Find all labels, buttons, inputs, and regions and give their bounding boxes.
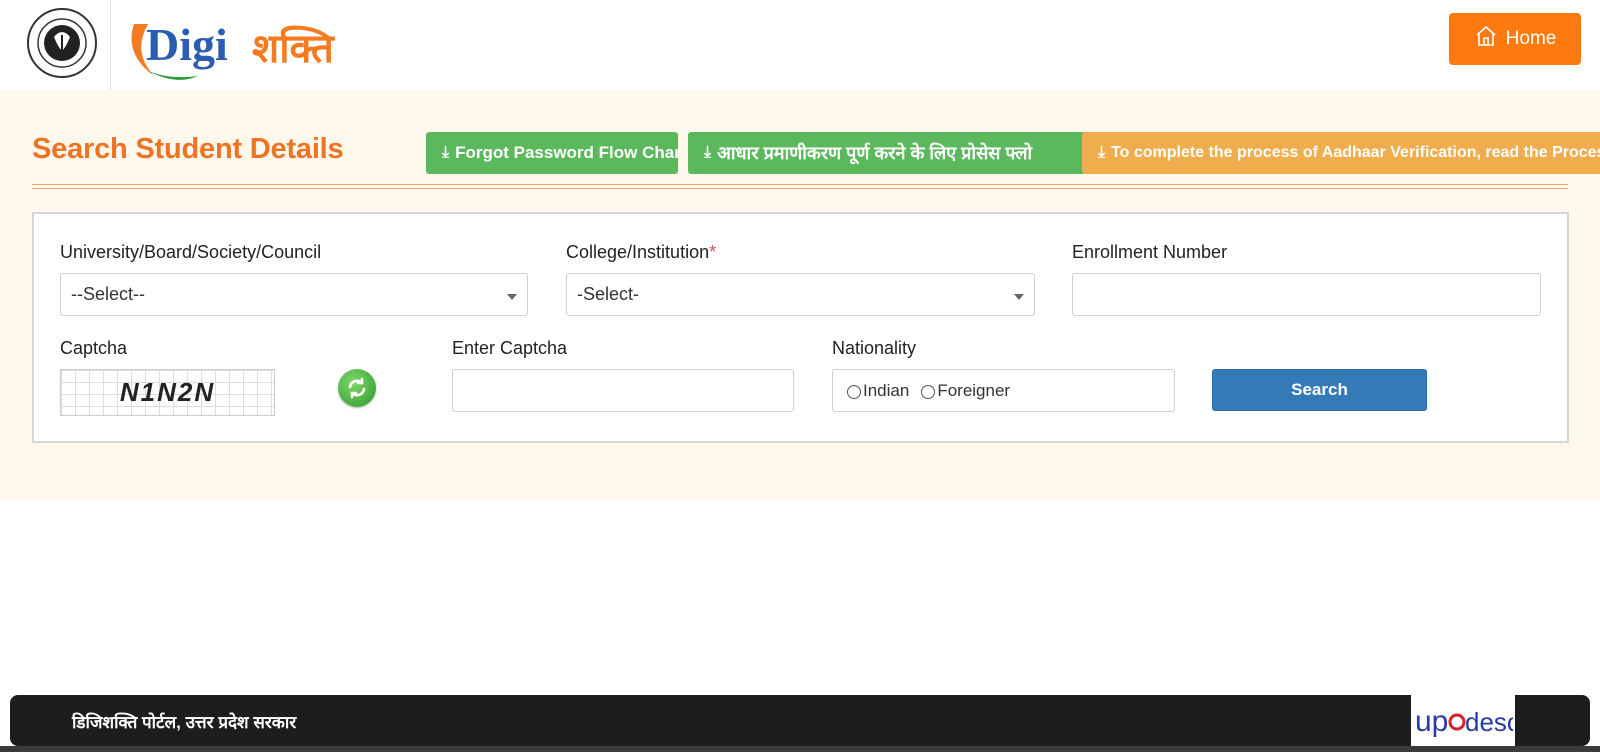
site-footer: डिजिशक्ति पोर्टल, उत्तर प्रदेश सरकार up …: [10, 695, 1590, 746]
nationality-label: Nationality: [832, 338, 917, 358]
logo-latin-text: Digi: [146, 19, 228, 70]
home-icon: [1474, 24, 1498, 54]
enter-captcha-label: Enter Captcha: [452, 338, 568, 358]
title-divider: [32, 184, 1568, 185]
university-select[interactable]: --Select--: [60, 273, 528, 316]
college-label: College/Institution*: [566, 242, 716, 263]
nationality-option-label: Foreigner: [937, 380, 1011, 400]
chevron-down-icon: [507, 294, 517, 300]
download-icon: ⤓: [1098, 144, 1106, 161]
radio-button-indian[interactable]: [847, 385, 861, 399]
captcha-label: Captcha: [60, 338, 128, 358]
university-label: University/Board/Society/Council: [60, 242, 322, 262]
enrollment-number-input[interactable]: [1072, 273, 1541, 316]
header-divider: [110, 0, 111, 90]
captcha-text: N1N2N: [119, 377, 216, 407]
college-label-text: College/Institution: [566, 242, 710, 262]
site-header: Digi शक्ति Home: [0, 0, 1600, 90]
up-government-emblem-icon: [26, 7, 98, 79]
refresh-captcha-icon[interactable]: [338, 369, 376, 407]
footer-text: डिजिशक्ति पोर्टल, उत्तर प्रदेश सरकार: [72, 713, 297, 732]
nationality-option-label: Indian: [863, 380, 910, 400]
digishakti-logo[interactable]: Digi शक्ति: [124, 0, 364, 88]
updesco-logo-desco: desco: [1465, 707, 1513, 737]
nationality-option-indian[interactable]: Indian: [847, 381, 909, 401]
forgot-password-flowchart-button[interactable]: ⤓ Forgot Password Flow Chart: [426, 132, 678, 174]
captcha-input[interactable]: [452, 369, 794, 412]
captcha-image: N1N2N: [60, 369, 275, 416]
updesco-logo-up: up: [1415, 705, 1448, 738]
aadhaar-process-flow-english-label: To complete the process of Aadhaar Verif…: [1111, 144, 1600, 161]
forgot-password-flowchart-label: Forgot Password Flow Chart: [455, 143, 678, 162]
bottom-strip: [0, 746, 1600, 752]
home-label: Home: [1505, 28, 1557, 49]
search-button[interactable]: Search: [1212, 369, 1427, 411]
download-icon: ⤓: [442, 144, 450, 161]
college-select[interactable]: -Select-: [566, 273, 1035, 316]
updesco-logo[interactable]: up desco: [1411, 695, 1515, 746]
enrollment-label: Enrollment Number: [1072, 242, 1228, 262]
aadhaar-process-flow-hindi-button[interactable]: ⤓ आधार प्रमाणीकरण पूर्ण करने के लिए प्रो…: [688, 132, 1088, 174]
home-button[interactable]: Home: [1449, 13, 1581, 65]
nationality-option-foreigner[interactable]: Foreigner: [921, 381, 1010, 401]
download-icon: ⤓: [704, 144, 712, 161]
logo-devanagari-text: शक्ति: [252, 25, 335, 72]
required-marker: *: [709, 242, 717, 262]
aadhaar-process-flow-english-button[interactable]: ⤓ To complete the process of Aadhaar Ver…: [1082, 132, 1600, 174]
aadhaar-process-flow-hindi-label: आधार प्रमाणीकरण पूर्ण करने के लिए प्रोसे…: [717, 143, 1033, 163]
nationality-radio-group: Indian Foreigner: [832, 369, 1175, 412]
page-title: Search Student Details: [32, 133, 344, 165]
radio-button-foreigner[interactable]: [921, 385, 936, 399]
college-select-value: -Select-: [577, 284, 640, 304]
university-select-value: --Select--: [71, 284, 146, 304]
title-divider: [32, 188, 1568, 189]
chevron-down-icon: [1014, 294, 1024, 300]
